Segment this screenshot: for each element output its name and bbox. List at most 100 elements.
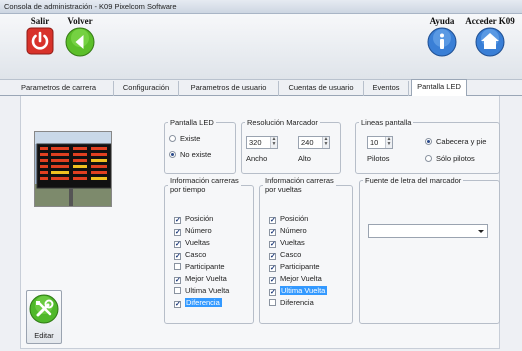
- checkbox-label: Posición: [280, 214, 309, 223]
- radio-no-existe-label: No existe: [180, 150, 212, 159]
- checkbox-label: Mejor Vuelta: [185, 274, 227, 283]
- checkbox-label: Casco: [280, 250, 302, 259]
- ayuda-button[interactable]: Ayuda: [424, 16, 460, 57]
- ancho-label: Ancho: [246, 154, 268, 163]
- lineas-pantalla-legend: Lineas pantalla: [361, 118, 412, 127]
- vueltas-ultima-vuelta-checkbox[interactable]: ✓ Ultima Vuelta: [269, 285, 328, 296]
- checkbox-box[interactable]: ✓: [269, 241, 276, 248]
- checkbox-box[interactable]: ✓: [174, 253, 181, 260]
- checkbox-label: Casco: [185, 250, 207, 259]
- tab-parametros-carrera[interactable]: Parametros de carrera: [4, 81, 114, 96]
- radio-cabecera-pie[interactable]: Cabecera y pie: [425, 137, 486, 147]
- home-icon: [475, 27, 505, 57]
- checkbox-box[interactable]: ✓: [174, 277, 181, 284]
- pantalla-led-legend: Pantalla LED: [170, 118, 214, 127]
- chevron-down-icon[interactable]: [478, 230, 484, 233]
- info-tiempo-group: Información carreras por tiempo ✓ Posició…: [164, 176, 254, 324]
- vueltas-diferencia-checkbox[interactable]: Diferencia: [269, 297, 314, 308]
- checkbox-box[interactable]: ✓: [174, 301, 181, 308]
- ancho-spin-arrows[interactable]: ▲ ▼: [270, 137, 277, 148]
- checkbox-label: Vueltas: [280, 238, 305, 247]
- salir-label: Salir: [30, 16, 50, 26]
- fuente-group: Fuente de letra del marcador: [359, 176, 500, 324]
- led-screen-photo: [34, 131, 112, 207]
- checkbox-box[interactable]: ✓: [174, 229, 181, 236]
- fuente-dropdown[interactable]: [368, 224, 488, 238]
- radio-existe-label: Existe: [180, 134, 201, 143]
- ancho-value: 320: [249, 138, 262, 147]
- tiempo-diferencia-checkbox[interactable]: ✓ Diferencia: [174, 297, 222, 308]
- checkbox-box[interactable]: [269, 299, 276, 306]
- checkbox-box[interactable]: ✓: [269, 217, 276, 224]
- tab-eventos[interactable]: Eventos: [364, 81, 409, 96]
- alto-spinner[interactable]: 240 ▲ ▼: [298, 136, 330, 149]
- checkbox-box[interactable]: ✓: [269, 229, 276, 236]
- vueltas-mejor-vuelta-checkbox[interactable]: ✓ Mejor Vuelta: [269, 273, 322, 284]
- tiempo-numero-checkbox[interactable]: ✓ Número: [174, 225, 212, 236]
- led-scoreboard-image: [35, 132, 111, 206]
- radio-existe-circle[interactable]: [169, 135, 176, 142]
- vueltas-vueltas-checkbox[interactable]: ✓ Vueltas: [269, 237, 305, 248]
- tiempo-posicion-checkbox[interactable]: ✓ Posición: [174, 213, 213, 224]
- tiempo-participante-checkbox[interactable]: Participante: [174, 261, 225, 272]
- ayuda-label: Ayuda: [429, 16, 455, 26]
- tiempo-vueltas-checkbox[interactable]: ✓ Vueltas: [174, 237, 210, 248]
- vueltas-participante-checkbox[interactable]: ✓ Participante: [269, 261, 320, 272]
- checkbox-box[interactable]: ✓: [269, 253, 276, 260]
- vueltas-posicion-checkbox[interactable]: ✓ Posición: [269, 213, 308, 224]
- info-vueltas-legend: Información carreras por vueltas: [263, 176, 336, 194]
- tiempo-casco-checkbox[interactable]: ✓ Casco: [174, 249, 206, 260]
- checkbox-box[interactable]: ✓: [269, 277, 276, 284]
- info-vueltas-group: Información carreras por vueltas ✓ Posici…: [259, 176, 353, 324]
- checkbox-label: Diferencia: [280, 298, 314, 307]
- radio-cabecera-pie-circle[interactable]: [425, 138, 432, 145]
- info-vueltas-legend-line1: Información carreras: [265, 176, 334, 185]
- ancho-spinner[interactable]: 320 ▲ ▼: [246, 136, 278, 149]
- checkbox-label: Número: [185, 226, 212, 235]
- lineas-spin-arrows[interactable]: ▲ ▼: [385, 137, 392, 148]
- radio-solo-pilotos-circle[interactable]: [425, 155, 432, 162]
- checkbox-label: Diferencia: [185, 298, 222, 307]
- tab-parametros-usuario[interactable]: Parametros de usuario: [179, 81, 279, 96]
- pilotos-label: Pilotos: [367, 154, 390, 163]
- tools-icon: [29, 294, 59, 324]
- radio-solo-pilotos[interactable]: Sólo pilotos: [425, 154, 475, 164]
- tiempo-ultima-vuelta-checkbox[interactable]: Ultima Vuelta: [174, 285, 229, 296]
- lineas-spinner[interactable]: 10 ▲ ▼: [367, 136, 393, 149]
- tab-cuentas-usuario[interactable]: Cuentas de usuario: [279, 81, 364, 96]
- resolucion-legend: Resolución Marcador: [247, 118, 318, 127]
- checkbox-label: Vueltas: [185, 238, 210, 247]
- tiempo-mejor-vuelta-checkbox[interactable]: ✓ Mejor Vuelta: [174, 273, 227, 284]
- checkbox-box[interactable]: [174, 263, 181, 270]
- radio-no-existe-circle[interactable]: [169, 151, 176, 158]
- vueltas-casco-checkbox[interactable]: ✓ Casco: [269, 249, 301, 260]
- info-tiempo-legend-line2: por tiempo: [170, 185, 206, 194]
- info-tiempo-legend-line1: Información carreras: [170, 176, 239, 185]
- alto-spin-arrows[interactable]: ▲ ▼: [322, 137, 329, 148]
- window-title: Consola de administración - K09 Pixelcom…: [0, 0, 522, 14]
- radio-no-existe[interactable]: No existe: [169, 150, 211, 160]
- checkbox-label: Participante: [280, 262, 320, 271]
- toolbar: Salir Volver Ayuda Acceder K09: [0, 14, 522, 80]
- acceder-label: Acceder K09: [465, 16, 515, 26]
- acceder-button[interactable]: Acceder K09: [460, 16, 520, 57]
- tab-configuracion[interactable]: Configuración: [114, 81, 179, 96]
- info-tiempo-legend: Información carreras por tiempo: [168, 176, 241, 194]
- volver-label: Volver: [67, 16, 93, 26]
- editar-button[interactable]: Editar: [26, 290, 62, 344]
- checkbox-box[interactable]: [174, 287, 181, 294]
- fuente-legend: Fuente de letra del marcador: [365, 176, 462, 185]
- vueltas-numero-checkbox[interactable]: ✓ Número: [269, 225, 307, 236]
- checkbox-box[interactable]: ✓: [269, 289, 276, 296]
- tab-pantalla-led[interactable]: Pantalla LED: [411, 79, 467, 97]
- back-arrow-icon: [65, 27, 95, 57]
- checkbox-box[interactable]: ✓: [174, 241, 181, 248]
- radio-existe[interactable]: Existe: [169, 134, 200, 144]
- volver-button[interactable]: Volver: [60, 16, 100, 57]
- checkbox-label: Número: [280, 226, 307, 235]
- salir-button[interactable]: Salir: [22, 16, 58, 55]
- lineas-value: 10: [370, 138, 379, 147]
- info-vueltas-legend-line2: por vueltas: [265, 185, 302, 194]
- checkbox-box[interactable]: ✓: [269, 265, 276, 272]
- checkbox-box[interactable]: ✓: [174, 217, 181, 224]
